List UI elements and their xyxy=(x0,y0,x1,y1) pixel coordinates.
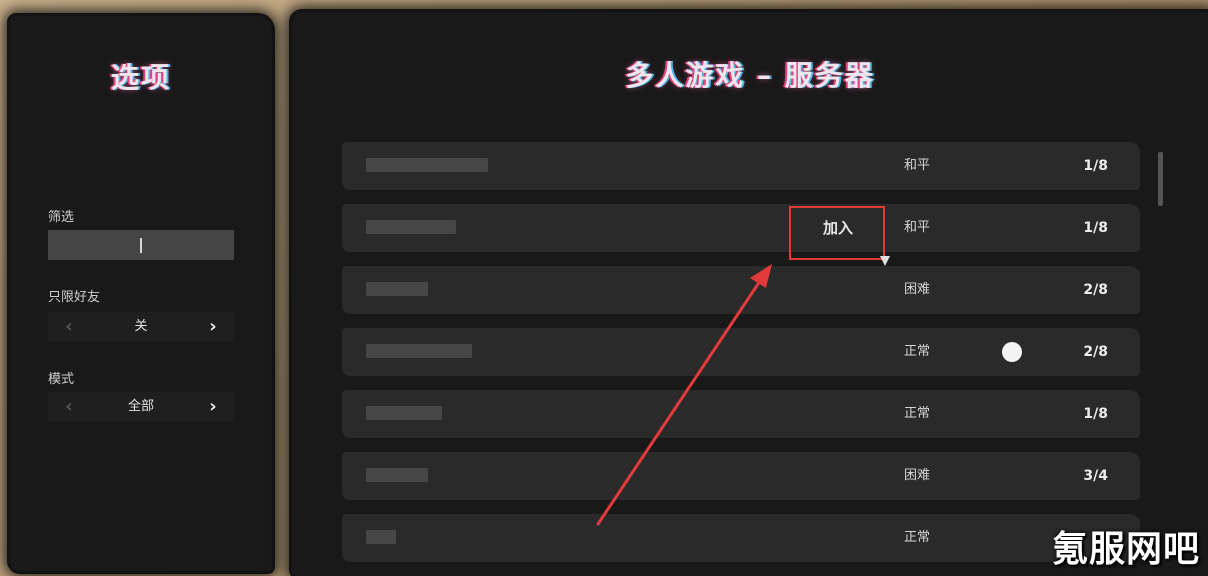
red-arrow-icon xyxy=(596,264,772,526)
mode-prev-arrow-icon[interactable]: ‹ xyxy=(54,392,84,422)
friends-only-value: 关 xyxy=(134,319,148,334)
filter-label: 筛选 xyxy=(48,210,75,225)
text-caret xyxy=(140,238,142,253)
options-title: 选项 xyxy=(110,61,171,94)
mode-next-arrow-icon[interactable]: › xyxy=(198,392,228,422)
mode-label: 模式 xyxy=(48,372,75,387)
mode-selector: ‹ 全部 › xyxy=(48,392,234,422)
friends-only-label: 只限好友 xyxy=(48,290,101,305)
server-panel: 多人游戏 – 服务器 和平 1/8 加入 和平 1/8 困难 2/8 正常 2/… xyxy=(292,12,1208,576)
friends-only-selector: ‹ 关 › xyxy=(48,312,234,342)
watermark-text: 氪服网吧 xyxy=(1051,529,1200,570)
mode-value: 全部 xyxy=(127,399,154,414)
friends-prev-arrow-icon[interactable]: ‹ xyxy=(54,312,84,342)
friends-next-arrow-icon[interactable]: › xyxy=(198,312,228,342)
options-panel: 选项 筛选 只限好友 ‹ 关 › 模式 ‹ 全部 › xyxy=(10,16,272,571)
